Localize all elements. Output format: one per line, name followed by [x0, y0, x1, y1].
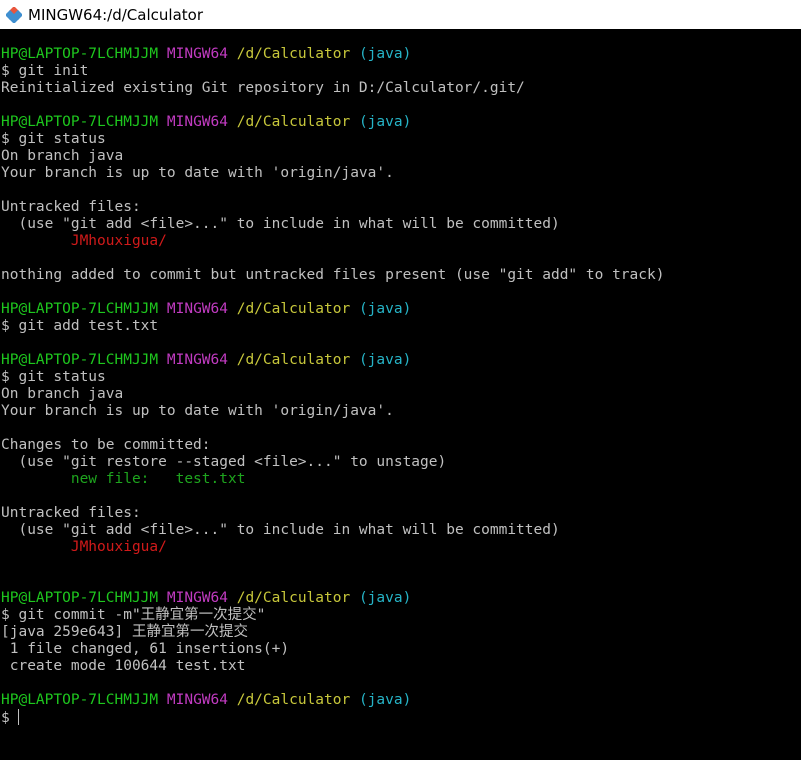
prompt-user: HP@LAPTOP-7LCHMJJM — [1, 692, 159, 708]
title-bar: MINGW64:/d/Calculator — [0, 0, 801, 29]
output-line: Untracked files: — [1, 505, 141, 521]
command-line: $ git add test.txt — [1, 318, 159, 334]
output-line: [java 259e643] 王静宜第一次提交 — [1, 624, 248, 640]
output-line: On branch java — [1, 148, 124, 164]
output-line: (use "git add <file>..." to include in w… — [1, 216, 560, 232]
output-line: Changes to be committed: — [1, 437, 211, 453]
output-line: On branch java — [1, 386, 124, 402]
prompt-line: HP@LAPTOP-7LCHMJJM MINGW64 /d/Calculator… — [0, 692, 801, 709]
prompt-branch: (java) — [358, 114, 412, 130]
output-line: 1 file changed, 61 insertions(+) — [1, 641, 290, 657]
prompt-branch: (java) — [358, 46, 412, 62]
untracked-file: JMhouxigua/ — [1, 539, 167, 555]
window-title: MINGW64:/d/Calculator — [28, 5, 203, 24]
prompt-path: /d/Calculator — [236, 114, 351, 130]
command-line: $ git commit -m"王静宜第一次提交" — [1, 607, 266, 623]
prompt-system: MINGW64 — [166, 114, 228, 130]
command-line: $ git status — [1, 131, 106, 147]
prompt-line: HP@LAPTOP-7LCHMJJM MINGW64 /d/Calculator… — [0, 46, 801, 63]
prompt-line: HP@LAPTOP-7LCHMJJM MINGW64 /d/Calculator… — [0, 590, 801, 607]
prompt-branch: (java) — [358, 352, 412, 368]
prompt-path: /d/Calculator — [236, 46, 351, 62]
output-line: (use "git add <file>..." to include in w… — [1, 522, 560, 538]
output-line: create mode 100644 test.txt — [1, 658, 246, 674]
prompt-system: MINGW64 — [166, 46, 228, 62]
prompt-user: HP@LAPTOP-7LCHMJJM — [1, 590, 159, 606]
prompt-line: HP@LAPTOP-7LCHMJJM MINGW64 /d/Calculator… — [0, 114, 801, 131]
prompt-branch: (java) — [358, 301, 412, 317]
prompt-user: HP@LAPTOP-7LCHMJJM — [1, 114, 159, 130]
prompt-system: MINGW64 — [166, 590, 228, 606]
prompt-line: HP@LAPTOP-7LCHMJJM MINGW64 /d/Calculator… — [0, 301, 801, 318]
output-line: Your branch is up to date with 'origin/j… — [1, 403, 394, 419]
command-line: $ git status — [1, 369, 106, 385]
output-line: Untracked files: — [1, 199, 141, 215]
output-line: Reinitialized existing Git repository in… — [1, 80, 525, 96]
text-cursor — [17, 709, 19, 725]
prompt-symbol: $ — [1, 710, 10, 726]
staged-file: new file: test.txt — [1, 471, 246, 487]
prompt-user: HP@LAPTOP-7LCHMJJM — [1, 301, 159, 317]
prompt-line: HP@LAPTOP-7LCHMJJM MINGW64 /d/Calculator… — [0, 352, 801, 369]
terminal-output[interactable]: HP@LAPTOP-7LCHMJJM MINGW64 /d/Calculator… — [0, 29, 801, 760]
prompt-path: /d/Calculator — [236, 692, 351, 708]
prompt-user: HP@LAPTOP-7LCHMJJM — [1, 352, 159, 368]
prompt-system: MINGW64 — [166, 352, 228, 368]
prompt-system: MINGW64 — [166, 692, 228, 708]
output-line: (use "git restore --staged <file>..." to… — [1, 454, 447, 470]
prompt-branch: (java) — [358, 590, 412, 606]
git-bash-icon — [6, 6, 22, 23]
command-line: $ git init — [1, 63, 89, 79]
prompt-path: /d/Calculator — [236, 352, 351, 368]
prompt-path: /d/Calculator — [236, 301, 351, 317]
input-line[interactable]: $ — [0, 709, 801, 726]
output-line: Your branch is up to date with 'origin/j… — [1, 165, 394, 181]
untracked-file: JMhouxigua/ — [1, 233, 167, 249]
prompt-branch: (java) — [358, 692, 412, 708]
prompt-user: HP@LAPTOP-7LCHMJJM — [1, 46, 159, 62]
prompt-path: /d/Calculator — [236, 590, 351, 606]
prompt-system: MINGW64 — [166, 301, 228, 317]
output-line: nothing added to commit but untracked fi… — [1, 267, 665, 283]
